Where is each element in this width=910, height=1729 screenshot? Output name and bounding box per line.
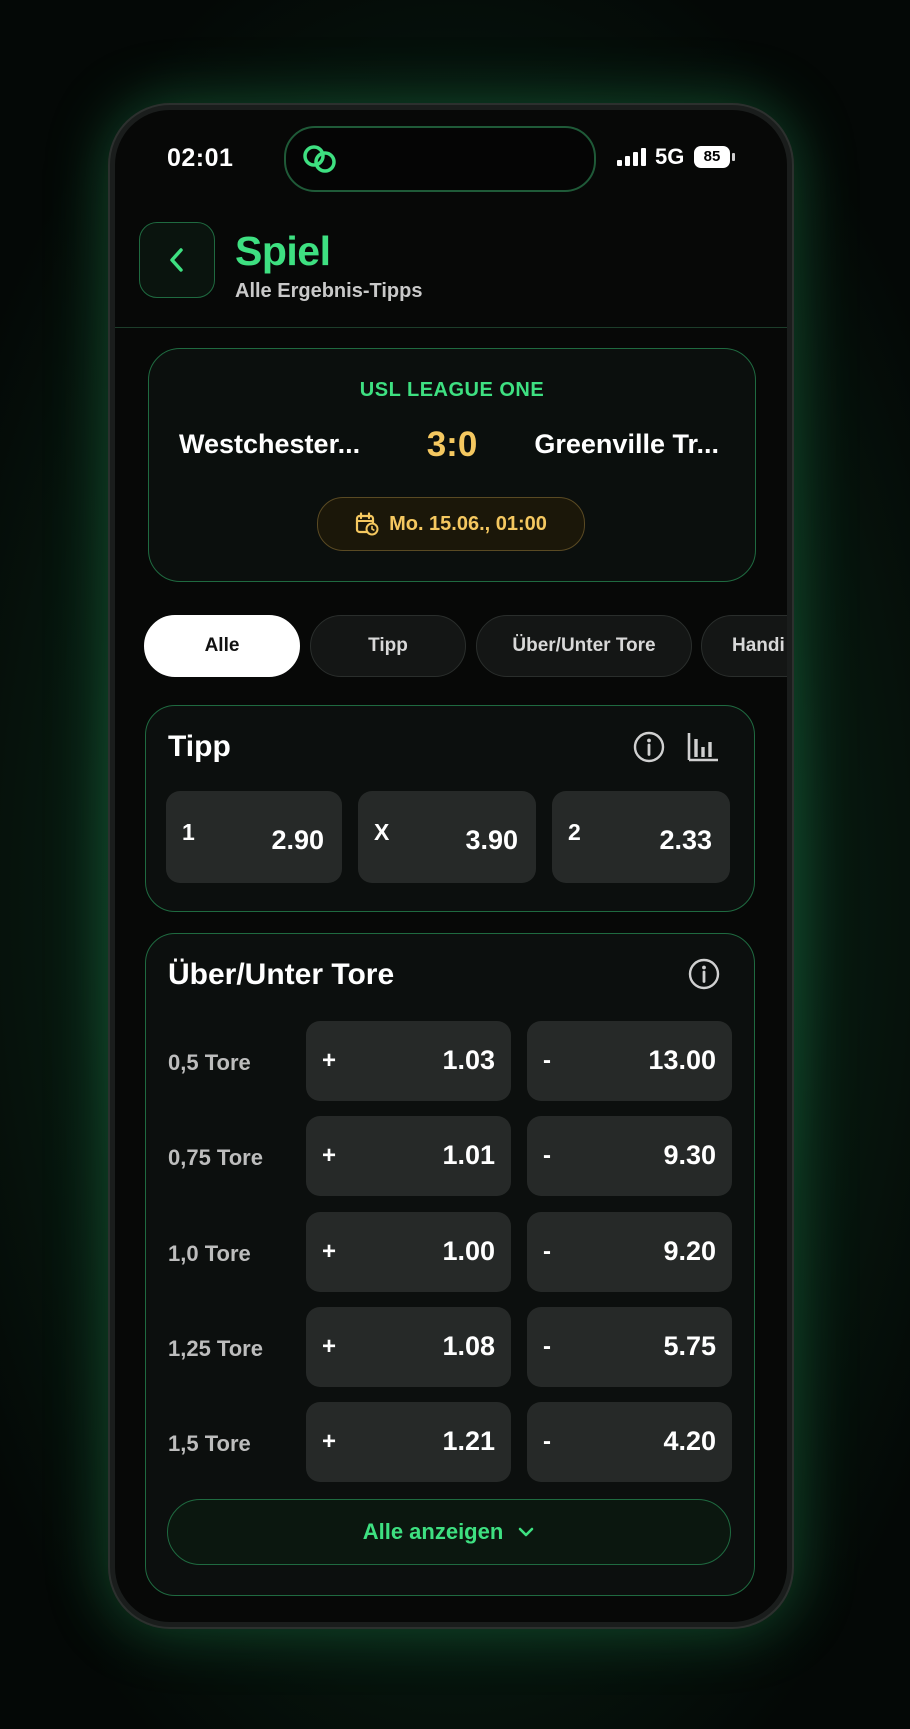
under-sign: - — [543, 1238, 551, 1265]
tipp-section: Tipp 1 2.90 X 3.90 2 2.33 — [145, 705, 755, 912]
under-sign: - — [543, 1333, 551, 1360]
under-odd-button[interactable]: - 9.20 — [527, 1212, 732, 1292]
odd-draw-button[interactable]: X 3.90 — [358, 791, 536, 883]
odd-label: 1 — [182, 819, 195, 845]
under-value: 9.20 — [663, 1236, 716, 1266]
signal-icon — [617, 148, 646, 166]
tab-alle[interactable]: Alle — [144, 615, 300, 677]
under-value: 4.20 — [663, 1426, 716, 1456]
odd-value: 2.90 — [271, 825, 324, 855]
odd-home-button[interactable]: 1 2.90 — [166, 791, 342, 883]
chevron-down-icon — [518, 1527, 534, 1537]
under-odd-button[interactable]: - 4.20 — [527, 1402, 732, 1482]
bar-chart-icon[interactable] — [686, 731, 720, 763]
calendar-clock-icon — [355, 512, 379, 536]
under-value: 5.75 — [663, 1331, 716, 1361]
line-label: 1,25 Tore — [168, 1336, 263, 1361]
under-value: 9.30 — [663, 1140, 716, 1170]
over-sign: + — [322, 1047, 337, 1074]
over-sign: + — [322, 1142, 337, 1169]
line-label: 0,75 Tore — [168, 1145, 263, 1170]
under-odd-button[interactable]: - 9.30 — [527, 1116, 732, 1196]
dynamic-island — [284, 126, 596, 192]
over-sign: + — [322, 1333, 337, 1360]
away-team: Greenville Tr... — [534, 429, 719, 459]
line-label: 0,5 Tore — [168, 1050, 251, 1075]
tab-over-under[interactable]: Über/Unter Tore — [476, 615, 692, 677]
over-odd-button[interactable]: + 1.08 — [306, 1307, 511, 1387]
over-odd-button[interactable]: + 1.21 — [306, 1402, 511, 1482]
under-odd-button[interactable]: - 13.00 — [527, 1021, 732, 1101]
battery-tip — [732, 153, 735, 161]
show-all-label: Alle anzeigen — [362, 1519, 504, 1544]
over-sign: + — [322, 1428, 337, 1455]
over-value: 1.08 — [442, 1331, 495, 1361]
tab-handicap[interactable]: Handi — [701, 615, 787, 677]
phone-frame: 02:01 5G 85 Spiel Alle Ergebnis-Tipps US… — [108, 103, 794, 1629]
odd-value: 3.90 — [465, 825, 518, 855]
status-time: 02:01 — [167, 144, 234, 172]
tipp-title: Tipp — [168, 730, 231, 763]
over-odd-button[interactable]: + 1.03 — [306, 1021, 511, 1101]
over-value: 1.01 — [442, 1140, 495, 1170]
link-icon — [303, 145, 336, 173]
league-name: USL LEAGUE ONE — [359, 379, 545, 401]
header-divider — [115, 327, 787, 328]
odd-label: 2 — [568, 819, 581, 845]
over-under-title: Über/Unter Tore — [168, 958, 395, 991]
page-title: Spiel — [235, 228, 331, 274]
battery-icon: 85 — [694, 146, 730, 168]
match-date-badge: Mo. 15.06., 01:00 — [317, 497, 585, 551]
over-under-section: Über/Unter Tore 0,5 Tore + 1.03 - 13.00 … — [145, 933, 755, 1596]
chevron-left-icon — [170, 248, 183, 272]
page-subtitle: Alle Ergebnis-Tipps — [235, 280, 423, 302]
under-sign: - — [543, 1047, 551, 1074]
line-label: 1,0 Tore — [168, 1241, 251, 1266]
show-all-button[interactable]: Alle anzeigen — [167, 1499, 731, 1565]
back-button[interactable] — [139, 222, 215, 298]
match-card: USL LEAGUE ONE Westchester... 3:0 Greenv… — [148, 348, 756, 582]
under-odd-button[interactable]: - 5.75 — [527, 1307, 732, 1387]
over-value: 1.00 — [442, 1236, 495, 1266]
under-sign: - — [543, 1428, 551, 1455]
under-value: 13.00 — [648, 1045, 716, 1075]
line-label: 1,5 Tore — [168, 1431, 251, 1456]
info-icon[interactable] — [633, 731, 665, 763]
tab-tipp[interactable]: Tipp — [310, 615, 466, 677]
match-date: Mo. 15.06., 01:00 — [389, 512, 547, 535]
odd-away-button[interactable]: 2 2.33 — [552, 791, 730, 883]
over-sign: + — [322, 1238, 337, 1265]
over-odd-button[interactable]: + 1.01 — [306, 1116, 511, 1196]
odd-label: X — [374, 819, 390, 845]
over-value: 1.03 — [442, 1045, 495, 1075]
odd-value: 2.33 — [659, 825, 712, 855]
over-odd-button[interactable]: + 1.00 — [306, 1212, 511, 1292]
info-icon[interactable] — [688, 958, 720, 990]
app-screen: 02:01 5G 85 Spiel Alle Ergebnis-Tipps US… — [115, 110, 787, 1622]
over-value: 1.21 — [442, 1426, 495, 1456]
network-label: 5G — [655, 144, 685, 169]
under-sign: - — [543, 1142, 551, 1169]
